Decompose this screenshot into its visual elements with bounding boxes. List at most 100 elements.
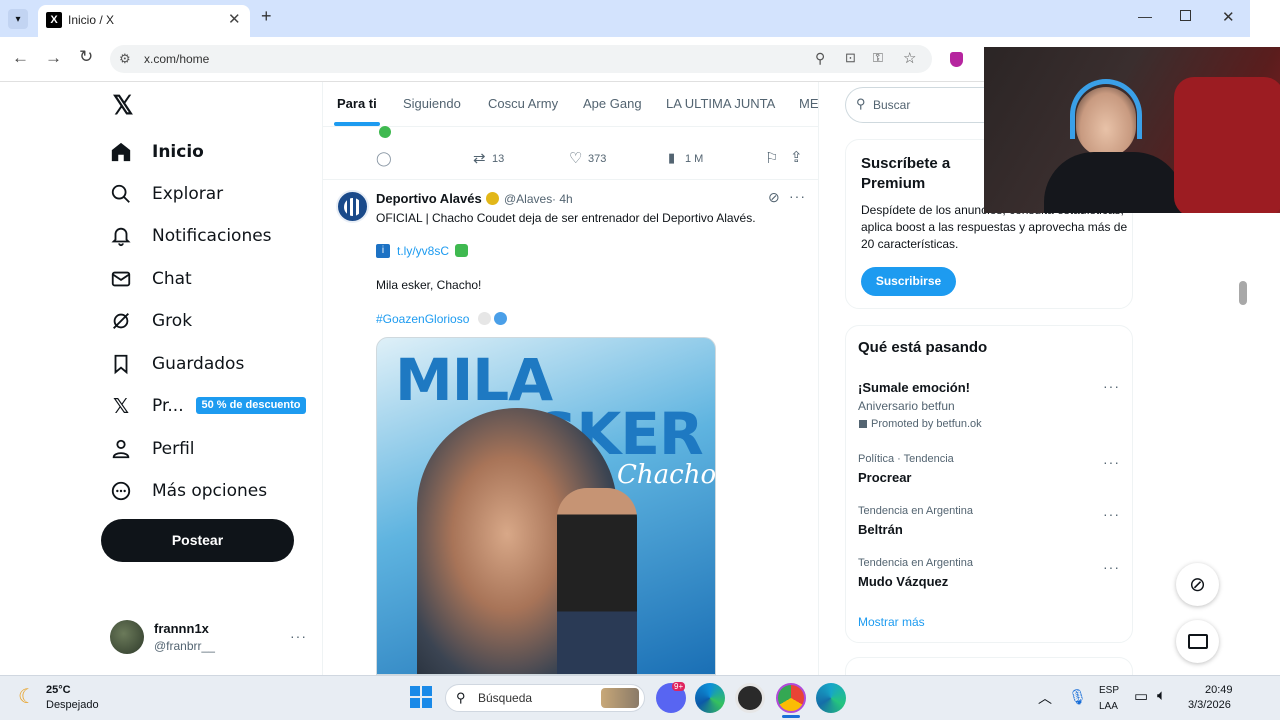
info-icon: i — [376, 244, 390, 258]
sidebar-item-premium[interactable]: 𝕏 Pr... — [110, 386, 184, 426]
close-icon[interactable]: ✕ — [228, 10, 241, 28]
trend-name[interactable]: Beltrán — [858, 522, 903, 537]
search-box[interactable]: ⚲ Buscar — [845, 87, 995, 123]
tweet-image[interactable]: MILA ESKER Chacho — [376, 337, 716, 675]
back-icon[interactable]: ← — [12, 48, 29, 68]
trend-meta: Tendencia en Argentina — [858, 505, 973, 517]
more-dots-icon[interactable]: ··· — [1103, 559, 1120, 575]
sidebar-item-guardados[interactable]: Guardados — [110, 344, 244, 384]
password-key-icon[interactable]: ⚿ — [873, 50, 883, 66]
edge-dev-icon[interactable] — [816, 683, 846, 713]
network-icon[interactable]: ▭ — [1134, 687, 1148, 705]
trend-name[interactable]: Mudo Vázquez — [858, 574, 948, 589]
trend-name[interactable]: Procrear — [858, 470, 911, 485]
check-emoji-icon — [455, 244, 468, 257]
install-icon[interactable]: ⊡ — [845, 50, 856, 66]
microphone-icon[interactable]: 🎙︎ — [1068, 688, 1087, 706]
show-more-link[interactable]: Mostrar más — [858, 615, 925, 629]
restore-icon[interactable] — [1180, 10, 1191, 21]
site-info-icon[interactable]: ⚙ — [119, 51, 131, 67]
clock-time[interactable]: 20:49 — [1205, 684, 1233, 696]
zoom-icon[interactable]: ⚲ — [815, 50, 825, 67]
reload-icon[interactable]: ↻ — [79, 47, 93, 67]
subscribe-button[interactable]: Suscribirse — [861, 267, 956, 296]
new-tab-icon[interactable]: + — [261, 6, 272, 27]
edge-icon[interactable] — [695, 683, 725, 713]
clock-date[interactable]: 3/3/2026 — [1188, 699, 1231, 711]
shield-extension-icon[interactable] — [950, 52, 963, 67]
minimize-icon[interactable]: — — [1138, 8, 1152, 24]
tab-ape-gang[interactable]: Ape Gang — [583, 96, 642, 111]
sidebar-item-perfil[interactable]: Perfil — [110, 429, 195, 469]
browser-tab[interactable]: X Inicio / X ✕ — [38, 5, 250, 37]
post-button[interactable]: Postear — [101, 519, 294, 562]
chair-back — [1174, 77, 1280, 213]
forward-icon[interactable]: → — [45, 48, 62, 68]
more-dots-icon[interactable]: ··· — [789, 188, 806, 204]
discord-badge: 9+ — [672, 682, 686, 691]
more-dots-icon[interactable]: ··· — [1103, 378, 1120, 394]
share-icon[interactable]: ⇪ — [790, 148, 803, 166]
bookmark-icon[interactable]: ⚐ — [765, 149, 778, 167]
url-text[interactable]: x.com/home — [144, 52, 209, 66]
chrome-icon[interactable] — [776, 683, 806, 713]
sidebar-item-notificaciones[interactable]: Notificaciones — [110, 216, 272, 256]
tweet-handle[interactable]: @Alaves — [504, 192, 552, 206]
tab-para-ti[interactable]: Para ti — [337, 96, 377, 111]
volume-icon[interactable]: 🔈︎ — [1157, 687, 1166, 704]
windows-start-icon[interactable] — [410, 686, 432, 708]
sidebar-item-label: Chat — [152, 269, 192, 289]
sidebar-item-inicio[interactable]: Inicio — [110, 132, 204, 172]
grok-float-button[interactable]: ⊘ — [1176, 563, 1219, 606]
premium-discount-badge[interactable]: 50 % de descuento — [196, 397, 306, 414]
bookmark-star-icon[interactable]: ☆ — [903, 49, 916, 67]
reply-icon[interactable]: ◯ — [376, 150, 392, 167]
close-window-icon[interactable]: ✕ — [1222, 8, 1235, 26]
views-icon[interactable]: ▮ — [668, 150, 675, 166]
grok-icon[interactable]: ⊘ — [768, 189, 780, 206]
sidebar-item-grok[interactable]: Grok — [110, 301, 192, 341]
weather-desc[interactable]: Despejado — [46, 699, 99, 711]
tab-la-ultima-junta[interactable]: LA ULTIMA JUNTA — [666, 96, 775, 111]
tab-search-button[interactable]: ▾ — [8, 9, 28, 29]
sidebar-item-label: Notificaciones — [152, 226, 272, 246]
tab-me[interactable]: ME — [799, 96, 819, 111]
keyboard-layout[interactable]: LAA — [1099, 701, 1118, 712]
like-icon[interactable]: ♡ — [569, 149, 582, 167]
more-dots-icon[interactable]: ··· — [1103, 454, 1120, 470]
coach-walking-figure — [557, 488, 637, 674]
promoted-icon — [859, 420, 867, 428]
sidebar-item-label: Guardados — [152, 354, 245, 374]
account-switcher[interactable]: frannn1x @franbrr__ ··· — [110, 618, 310, 658]
tweet-text: OFICIAL | Chacho Coudet deja de ser entr… — [376, 211, 756, 225]
sidebar-item-chat[interactable]: Chat — [110, 259, 192, 299]
trend-subtitle: Aniversario betfun — [858, 399, 955, 413]
tweet-link[interactable]: t.ly/yv8sC — [397, 244, 449, 258]
grok-icon — [113, 313, 129, 329]
weather-temp[interactable]: 25°C — [46, 684, 71, 696]
sidebar-item-mas-opciones[interactable]: Más opciones — [110, 471, 267, 511]
search-highlight-icon — [601, 688, 639, 708]
more-dots-icon[interactable]: ··· — [1103, 506, 1120, 522]
sidebar-item-explorar[interactable]: Explorar — [110, 174, 223, 214]
chat-float-button[interactable] — [1176, 620, 1219, 663]
tweet-hashtag[interactable]: #GoazenGlorioso — [376, 312, 469, 326]
trend-name[interactable]: ¡Sumale emoción! — [858, 380, 970, 395]
scrollbar-thumb[interactable] — [1239, 281, 1247, 305]
prev-tweet-actions: ◯ ⇄ 13 ♡ 373 ▮ 1 M ⚐ ⇪ — [323, 144, 818, 180]
obs-icon[interactable] — [735, 683, 765, 713]
tab-coscu-army[interactable]: Coscu Army — [488, 96, 558, 111]
search-icon: ⚲ — [856, 96, 866, 111]
language-code[interactable]: ESP — [1099, 685, 1119, 696]
omnibox[interactable]: ⚙ x.com/home ⚲ ⊡ ⚿ ☆ — [110, 45, 932, 73]
x-logo-icon[interactable]: 𝕏 — [110, 90, 136, 120]
tweet-author[interactable]: Deportivo Alavés — [376, 191, 482, 206]
chevron-up-icon[interactable]: ︿ — [1038, 688, 1052, 708]
more-dots-icon[interactable]: ··· — [290, 628, 307, 644]
bell-icon — [111, 227, 131, 247]
taskbar-search[interactable]: ⚲ Búsqueda — [445, 684, 645, 712]
sidebar-item-label: Pr... — [152, 396, 184, 416]
tweet[interactable]: Deportivo Alavés @Alaves · 4h ⊘ ··· OFIC… — [323, 181, 818, 675]
retweet-icon[interactable]: ⇄ — [473, 149, 486, 167]
tab-siguiendo[interactable]: Siguiendo — [403, 96, 461, 111]
